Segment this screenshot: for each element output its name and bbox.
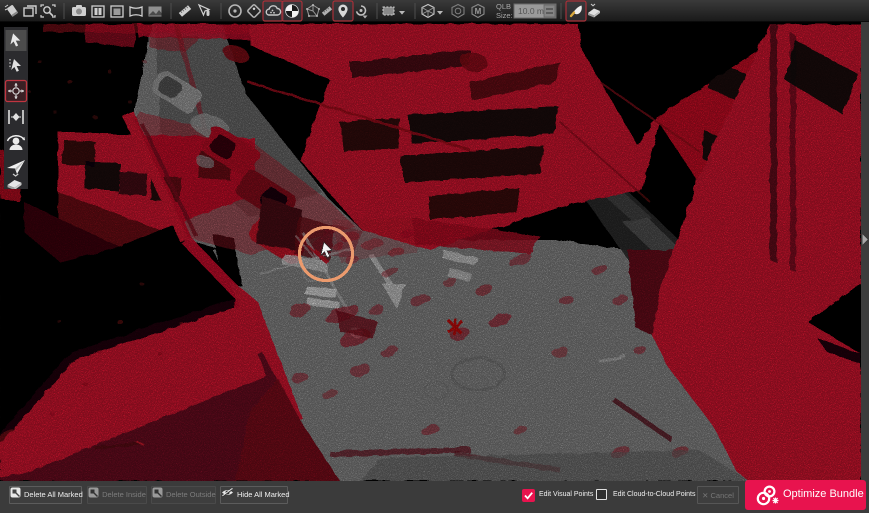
svg-text:10.0 m: 10.0 m (518, 6, 544, 16)
svg-text:M: M (475, 7, 482, 16)
svg-text:QLB: QLB (496, 2, 511, 11)
svg-text:Size:: Size: (496, 11, 513, 20)
